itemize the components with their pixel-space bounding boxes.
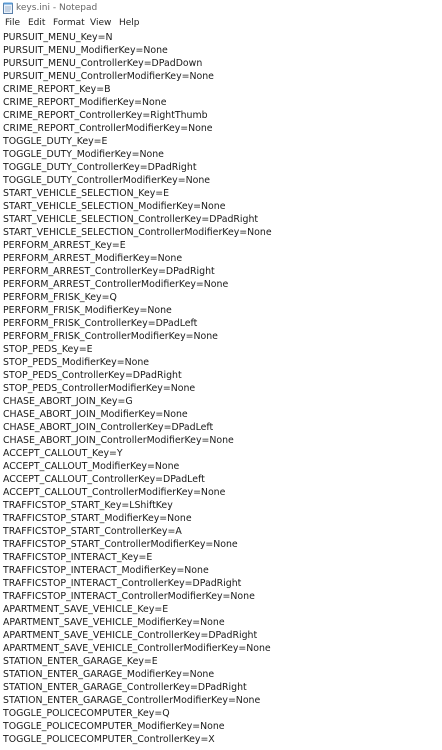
text-line[interactable]: PERFORM_ARREST_ModifierKey=None bbox=[3, 252, 272, 265]
text-line[interactable]: PERFORM_ARREST_ControllerModifierKey=Non… bbox=[3, 278, 272, 291]
text-line[interactable]: ACCEPT_CALLOUT_ControllerKey=DPadLeft bbox=[3, 473, 272, 486]
text-line[interactable]: APARTMENT_SAVE_VEHICLE_ControllerKey=DPa… bbox=[3, 629, 272, 642]
text-line[interactable]: TOGGLE_DUTY_ModifierKey=None bbox=[3, 148, 272, 161]
text-line[interactable]: CRIME_REPORT_Key=B bbox=[3, 83, 272, 96]
text-line[interactable]: TRAFFICSTOP_INTERACT_Key=E bbox=[3, 551, 272, 564]
text-line[interactable]: CRIME_REPORT_ControllerModifierKey=None bbox=[3, 122, 272, 135]
text-line[interactable]: PURSUIT_MENU_ControllerModifierKey=None bbox=[3, 70, 272, 83]
text-editor[interactable]: PURSUIT_MENU_Key=N PURSUIT_MENU_ModifierK… bbox=[0, 31, 442, 750]
text-line[interactable]: TOGGLE_POLICECOMPUTER_ModifierKey=None bbox=[3, 720, 272, 733]
text-line[interactable]: START_VEHICLE_SELECTION_ControllerModifi… bbox=[3, 226, 272, 239]
text-line[interactable]: TRAFFICSTOP_START_ModifierKey=None bbox=[3, 512, 272, 525]
editor-content[interactable]: PURSUIT_MENU_Key=N PURSUIT_MENU_ModifierK… bbox=[3, 31, 272, 746]
text-line[interactable]: ACCEPT_CALLOUT_ModifierKey=None bbox=[3, 460, 272, 473]
menu-file[interactable]: File bbox=[5, 17, 20, 30]
text-line[interactable]: TRAFFICSTOP_INTERACT_ControllerModifierK… bbox=[3, 590, 272, 603]
menu-help[interactable]: Help bbox=[119, 17, 140, 30]
text-line[interactable]: TOGGLE_POLICECOMPUTER_Key=Q bbox=[3, 707, 272, 720]
text-line[interactable]: STATION_ENTER_GARAGE_Key=E bbox=[3, 655, 272, 668]
text-line[interactable]: TRAFFICSTOP_START_ControllerKey=A bbox=[3, 525, 272, 538]
text-line[interactable]: PERFORM_FRISK_ControllerModifierKey=None bbox=[3, 330, 272, 343]
text-line[interactable]: STATION_ENTER_GARAGE_ModifierKey=None bbox=[3, 668, 272, 681]
text-line[interactable]: PURSUIT_MENU_ModifierKey=None bbox=[3, 44, 272, 57]
text-line[interactable]: STOP_PEDS_ControllerModifierKey=None bbox=[3, 382, 272, 395]
menu-view[interactable]: View bbox=[90, 17, 111, 30]
text-line[interactable]: STOP_PEDS_Key=E bbox=[3, 343, 272, 356]
title-bar[interactable]: keys.ini - Notepad bbox=[0, 0, 442, 16]
text-line[interactable]: START_VEHICLE_SELECTION_ModifierKey=None bbox=[3, 200, 272, 213]
text-line[interactable]: START_VEHICLE_SELECTION_ControllerKey=DP… bbox=[3, 213, 272, 226]
text-line[interactable]: CHASE_ABORT_JOIN_ControllerModifierKey=N… bbox=[3, 434, 272, 447]
text-line[interactable]: PERFORM_ARREST_ControllerKey=DPadRight bbox=[3, 265, 272, 278]
text-line[interactable]: ACCEPT_CALLOUT_Key=Y bbox=[3, 447, 272, 460]
text-line[interactable]: PURSUIT_MENU_Key=N bbox=[3, 31, 272, 44]
text-line[interactable]: STOP_PEDS_ModifierKey=None bbox=[3, 356, 272, 369]
menu-format[interactable]: Format bbox=[53, 17, 85, 30]
text-line[interactable]: PERFORM_ARREST_Key=E bbox=[3, 239, 272, 252]
text-line[interactable]: START_VEHICLE_SELECTION_Key=E bbox=[3, 187, 272, 200]
text-line[interactable]: CRIME_REPORT_ControllerKey=RightThumb bbox=[3, 109, 272, 122]
text-line[interactable]: TOGGLE_DUTY_Key=E bbox=[3, 135, 272, 148]
text-line[interactable]: TRAFFICSTOP_START_Key=LShiftKey bbox=[3, 499, 272, 512]
menu-edit[interactable]: Edit bbox=[28, 17, 45, 30]
text-line[interactable]: APARTMENT_SAVE_VEHICLE_ModifierKey=None bbox=[3, 616, 272, 629]
text-line[interactable]: ACCEPT_CALLOUT_ControllerModifierKey=Non… bbox=[3, 486, 272, 499]
window-title: keys.ini - Notepad bbox=[16, 3, 98, 13]
text-line[interactable]: PERFORM_FRISK_ModifierKey=None bbox=[3, 304, 272, 317]
text-line[interactable]: CHASE_ABORT_JOIN_Key=G bbox=[3, 395, 272, 408]
text-line[interactable]: STOP_PEDS_ControllerKey=DPadRight bbox=[3, 369, 272, 382]
text-line[interactable]: TRAFFICSTOP_START_ControllerModifierKey=… bbox=[3, 538, 272, 551]
text-line[interactable]: CRIME_REPORT_ModifierKey=None bbox=[3, 96, 272, 109]
text-line[interactable]: PURSUIT_MENU_ControllerKey=DPadDown bbox=[3, 57, 272, 70]
text-line[interactable]: PERFORM_FRISK_Key=Q bbox=[3, 291, 272, 304]
text-line[interactable]: TOGGLE_DUTY_ControllerModifierKey=None bbox=[3, 174, 272, 187]
text-line[interactable]: STATION_ENTER_GARAGE_ControllerKey=DPadR… bbox=[3, 681, 272, 694]
notepad-icon bbox=[3, 2, 13, 14]
text-line[interactable]: CHASE_ABORT_JOIN_ControllerKey=DPadLeft bbox=[3, 421, 272, 434]
text-line[interactable]: STATION_ENTER_GARAGE_ControllerModifierK… bbox=[3, 694, 272, 707]
text-line[interactable]: CHASE_ABORT_JOIN_ModifierKey=None bbox=[3, 408, 272, 421]
menu-bar: File Edit Format View Help bbox=[0, 16, 442, 31]
text-line[interactable]: TOGGLE_POLICECOMPUTER_ControllerKey=X bbox=[3, 733, 272, 746]
text-line[interactable]: TRAFFICSTOP_INTERACT_ModifierKey=None bbox=[3, 564, 272, 577]
text-line[interactable]: APARTMENT_SAVE_VEHICLE_Key=E bbox=[3, 603, 272, 616]
text-line[interactable]: APARTMENT_SAVE_VEHICLE_ControllerModifie… bbox=[3, 642, 272, 655]
text-line[interactable]: TRAFFICSTOP_INTERACT_ControllerKey=DPadR… bbox=[3, 577, 272, 590]
text-line[interactable]: TOGGLE_DUTY_ControllerKey=DPadRight bbox=[3, 161, 272, 174]
text-line[interactable]: PERFORM_FRISK_ControllerKey=DPadLeft bbox=[3, 317, 272, 330]
